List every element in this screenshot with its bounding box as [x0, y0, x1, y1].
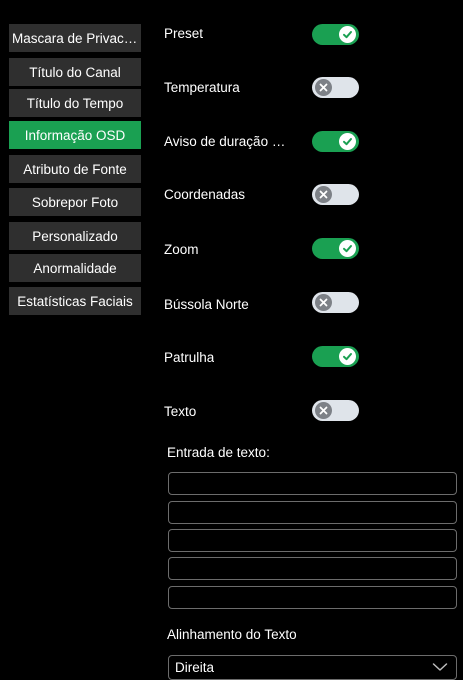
- x-icon: [315, 294, 332, 311]
- alignment-value: Direita: [175, 660, 215, 675]
- x-icon: [315, 402, 332, 419]
- sidebar-item-mascara-privacidade[interactable]: Mascara de Privacidade: [9, 24, 141, 52]
- temperatura-toggle[interactable]: [312, 77, 359, 98]
- sidebar-item-estatisticas-faciais[interactable]: Estatísticas Faciais: [9, 287, 141, 315]
- sidebar-item-personalizado[interactable]: Personalizado: [9, 222, 141, 250]
- alignment-label: Alinhamento do Texto: [167, 627, 297, 642]
- preset-toggle[interactable]: [312, 24, 359, 45]
- sidebar-item-label: Personalizado: [32, 228, 118, 244]
- preset-label: Preset: [164, 26, 204, 41]
- patrulha-toggle[interactable]: [312, 346, 359, 367]
- sidebar-item-informacao-osd[interactable]: Informação OSD: [9, 121, 141, 149]
- text-input-2[interactable]: [168, 501, 457, 524]
- coordenadas-label: Coordenadas: [164, 187, 246, 202]
- x-icon: [315, 186, 332, 203]
- text-input-1[interactable]: [168, 472, 457, 495]
- sidebar: Mascara de Privacidade Título do Canal T…: [0, 0, 150, 680]
- sidebar-item-atributo-fonte[interactable]: Atributo de Fonte: [9, 155, 141, 183]
- text-input-label: Entrada de texto:: [167, 445, 270, 460]
- aviso-duracao-label: Aviso de duração de PTZ: [164, 134, 292, 149]
- sidebar-item-titulo-tempo[interactable]: Título do Tempo: [9, 89, 141, 117]
- zoom-label: Zoom: [164, 242, 199, 257]
- check-icon: [339, 26, 356, 43]
- sidebar-item-label: Título do Tempo: [26, 95, 124, 111]
- temperatura-label: Temperatura: [164, 80, 240, 95]
- texto-label: Texto: [164, 404, 197, 419]
- sidebar-item-label: Atributo de Fonte: [23, 161, 127, 177]
- check-icon: [339, 133, 356, 150]
- bussola-norte-toggle[interactable]: [312, 292, 359, 313]
- bussola-norte-label: Bússola Norte: [164, 297, 249, 312]
- alignment-select[interactable]: Direita: [168, 655, 457, 680]
- sidebar-item-titulo-canal[interactable]: Título do Canal: [9, 58, 141, 86]
- sidebar-item-label: Estatísticas Faciais: [17, 293, 133, 309]
- sidebar-item-label: Sobrepor Foto: [31, 194, 119, 210]
- x-icon: [315, 79, 332, 96]
- patrulha-label: Patrulha: [164, 350, 215, 365]
- sidebar-item-label: Anormalidade: [33, 260, 117, 276]
- texto-toggle[interactable]: [312, 400, 359, 421]
- sidebar-item-sobrepor-foto[interactable]: Sobrepor Foto: [9, 188, 141, 216]
- chevron-down-icon: [432, 661, 448, 676]
- sidebar-item-label: Informação OSD: [24, 127, 126, 143]
- aviso-duracao-toggle[interactable]: [312, 131, 359, 152]
- osd-settings-panel: Preset Temperatura Aviso de duração de P…: [150, 0, 463, 680]
- check-icon: [339, 348, 356, 365]
- coordenadas-toggle[interactable]: [312, 184, 359, 205]
- zoom-toggle[interactable]: [312, 238, 359, 259]
- sidebar-item-anormalidade[interactable]: Anormalidade: [9, 254, 141, 282]
- sidebar-item-label: Mascara de Privacidade: [12, 30, 140, 46]
- sidebar-item-label: Título do Canal: [29, 64, 121, 80]
- text-input-4[interactable]: [168, 557, 457, 580]
- text-input-5[interactable]: [168, 586, 457, 609]
- text-input-3[interactable]: [168, 529, 457, 552]
- check-icon: [339, 240, 356, 257]
